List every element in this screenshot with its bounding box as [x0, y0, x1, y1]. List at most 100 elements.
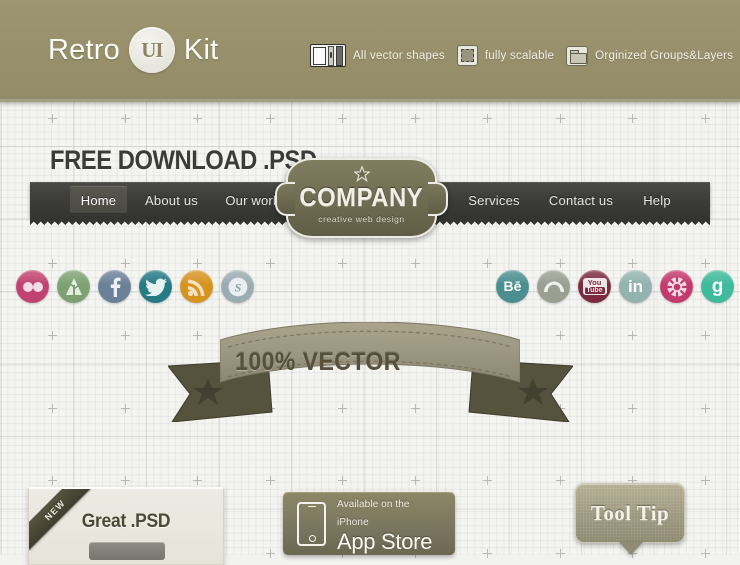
feature-label-vector-shapes: All vector shapes: [353, 49, 445, 62]
scale-icon: [456, 45, 478, 66]
social-icon-deviantart[interactable]: [537, 270, 570, 303]
grid-crosshair: [555, 548, 565, 558]
logo-word-kit: Kit: [183, 33, 219, 66]
great-psd-card[interactable]: Great .PSD NEW: [28, 487, 224, 565]
grid-crosshair: [48, 476, 57, 485]
grid-crosshair: [48, 403, 57, 413]
grid-crosshair: [628, 258, 637, 268]
grid-crosshair: [265, 548, 275, 558]
grid-crosshair: [700, 331, 710, 340]
svg-text:S: S: [234, 280, 241, 294]
grid-crosshair: [120, 476, 130, 485]
grid-crosshair: [628, 331, 637, 340]
social-icon-forrst[interactable]: [57, 270, 90, 303]
great-psd-button[interactable]: [89, 542, 165, 560]
nav-item-label: Help: [643, 192, 671, 208]
logo-ui-text: UI: [141, 37, 163, 62]
grid-crosshair: [483, 476, 492, 485]
logo-ui-badge: UI: [128, 27, 175, 73]
grid-crosshair: [410, 476, 420, 485]
nav-item-label: Contact us: [548, 192, 614, 208]
feature-label-organized-layers: Orginized Groups&Layers: [595, 49, 734, 62]
tooltip-label: Tool Tip: [590, 500, 670, 525]
iphone-icon: [297, 501, 326, 546]
flickr-icon: [22, 281, 44, 292]
grid-crosshair: [193, 476, 202, 485]
grid-crosshair: [555, 258, 565, 268]
grid-crosshair: [120, 258, 130, 268]
company-badge[interactable]: COMPANY creative web design: [275, 152, 448, 244]
grid-crosshair: [483, 548, 492, 558]
vector-ribbon: 100% VECTOR: [168, 321, 573, 447]
nav-item-services[interactable]: Services: [458, 182, 530, 218]
nav-item-help[interactable]: Help: [632, 182, 682, 218]
nav-item-about-us[interactable]: About us: [135, 182, 208, 218]
app-store-button[interactable]: Available on the iPhone App Store: [283, 492, 455, 555]
grid-crosshair: [338, 258, 347, 268]
brand-logo[interactable]: Retro UI Kit: [48, 27, 218, 73]
logo-word-retro: Retro: [48, 33, 120, 66]
grid-crosshair: [410, 113, 420, 123]
grid-crosshair: [338, 476, 347, 485]
new-corner-ribbon: NEW: [29, 489, 91, 551]
feature-organized-layers: Orginized Groups&Layers: [566, 45, 734, 66]
grid-crosshair: [700, 113, 710, 123]
facebook-icon: [109, 277, 121, 297]
grid-crosshair: [628, 113, 637, 123]
twitter-icon: [144, 278, 167, 296]
nav-item-label: Home: [80, 192, 117, 208]
grid-crosshair: [628, 403, 637, 413]
feature-label-fully-scalable: fully scalable: [484, 49, 555, 62]
social-icon-rss[interactable]: [180, 270, 213, 303]
rss-icon: [187, 278, 206, 296]
new-ribbon-label: NEW: [42, 497, 68, 523]
grid-crosshair: [193, 258, 202, 268]
app-store-subtitle: Available on the iPhone: [337, 498, 410, 528]
grid-crosshair: [193, 113, 202, 123]
grid-crosshair: [410, 258, 420, 268]
social-icon-google[interactable]: g: [701, 270, 734, 303]
company-tagline: creative web design: [318, 213, 405, 224]
social-icon-facebook[interactable]: [98, 270, 131, 303]
feature-fully-scalable: fully scalable: [456, 45, 555, 66]
grid-crosshair: [700, 548, 710, 558]
social-icon-youtube[interactable]: You Tube: [578, 270, 611, 303]
app-store-text: Available on the iPhone App Store: [337, 494, 441, 554]
tooltip-arrow: [619, 542, 643, 555]
social-icon-linkedin[interactable]: in: [619, 270, 652, 303]
deviantart-icon: [542, 280, 566, 294]
forrst-icon: [65, 277, 83, 297]
page-title: FREE DOWNLOAD .PSD: [50, 145, 317, 175]
grid-crosshair: [338, 113, 347, 123]
tooltip-box[interactable]: Tool Tip: [575, 483, 685, 543]
monitor-icon: [310, 44, 346, 67]
social-icon-skype[interactable]: S: [221, 270, 254, 303]
app-store-title: App Store: [337, 528, 433, 554]
social-icon-twitter[interactable]: [139, 270, 172, 303]
grid-crosshair: [483, 113, 492, 123]
grid-crosshair: [48, 331, 57, 340]
grid-crosshair: [700, 403, 710, 413]
site-header: Retro UI Kit All vector shapes fully sca…: [0, 0, 740, 102]
grid-crosshair: [483, 258, 492, 268]
social-icon-flickr[interactable]: [16, 270, 49, 303]
grid-crosshair: [700, 258, 710, 268]
grid-crosshair: [48, 258, 57, 268]
nav-item-label: About us: [145, 192, 198, 208]
grid-crosshair: [120, 331, 130, 340]
feature-vector-shapes: All vector shapes: [310, 44, 445, 67]
google-icon: g: [711, 275, 724, 297]
social-icon-behance[interactable]: Bē: [496, 270, 529, 303]
nav-item-contact-us[interactable]: Contact us: [538, 182, 624, 218]
ribbon-band: [219, 321, 521, 402]
nav-item-home[interactable]: Home: [70, 186, 127, 214]
grid-crosshair: [555, 476, 565, 485]
folder-icon: [566, 45, 589, 66]
company-badge-plate: COMPANY creative web design: [275, 158, 448, 238]
nav-item-label: Our work: [225, 192, 280, 208]
dribbble-icon: [666, 276, 688, 298]
linkedin-icon: in: [627, 276, 644, 296]
social-icon-dribbble[interactable]: [660, 270, 693, 303]
header-feature-list: All vector shapes fully scalable Orginiz…: [310, 44, 733, 67]
grid-crosshair: [265, 476, 275, 485]
